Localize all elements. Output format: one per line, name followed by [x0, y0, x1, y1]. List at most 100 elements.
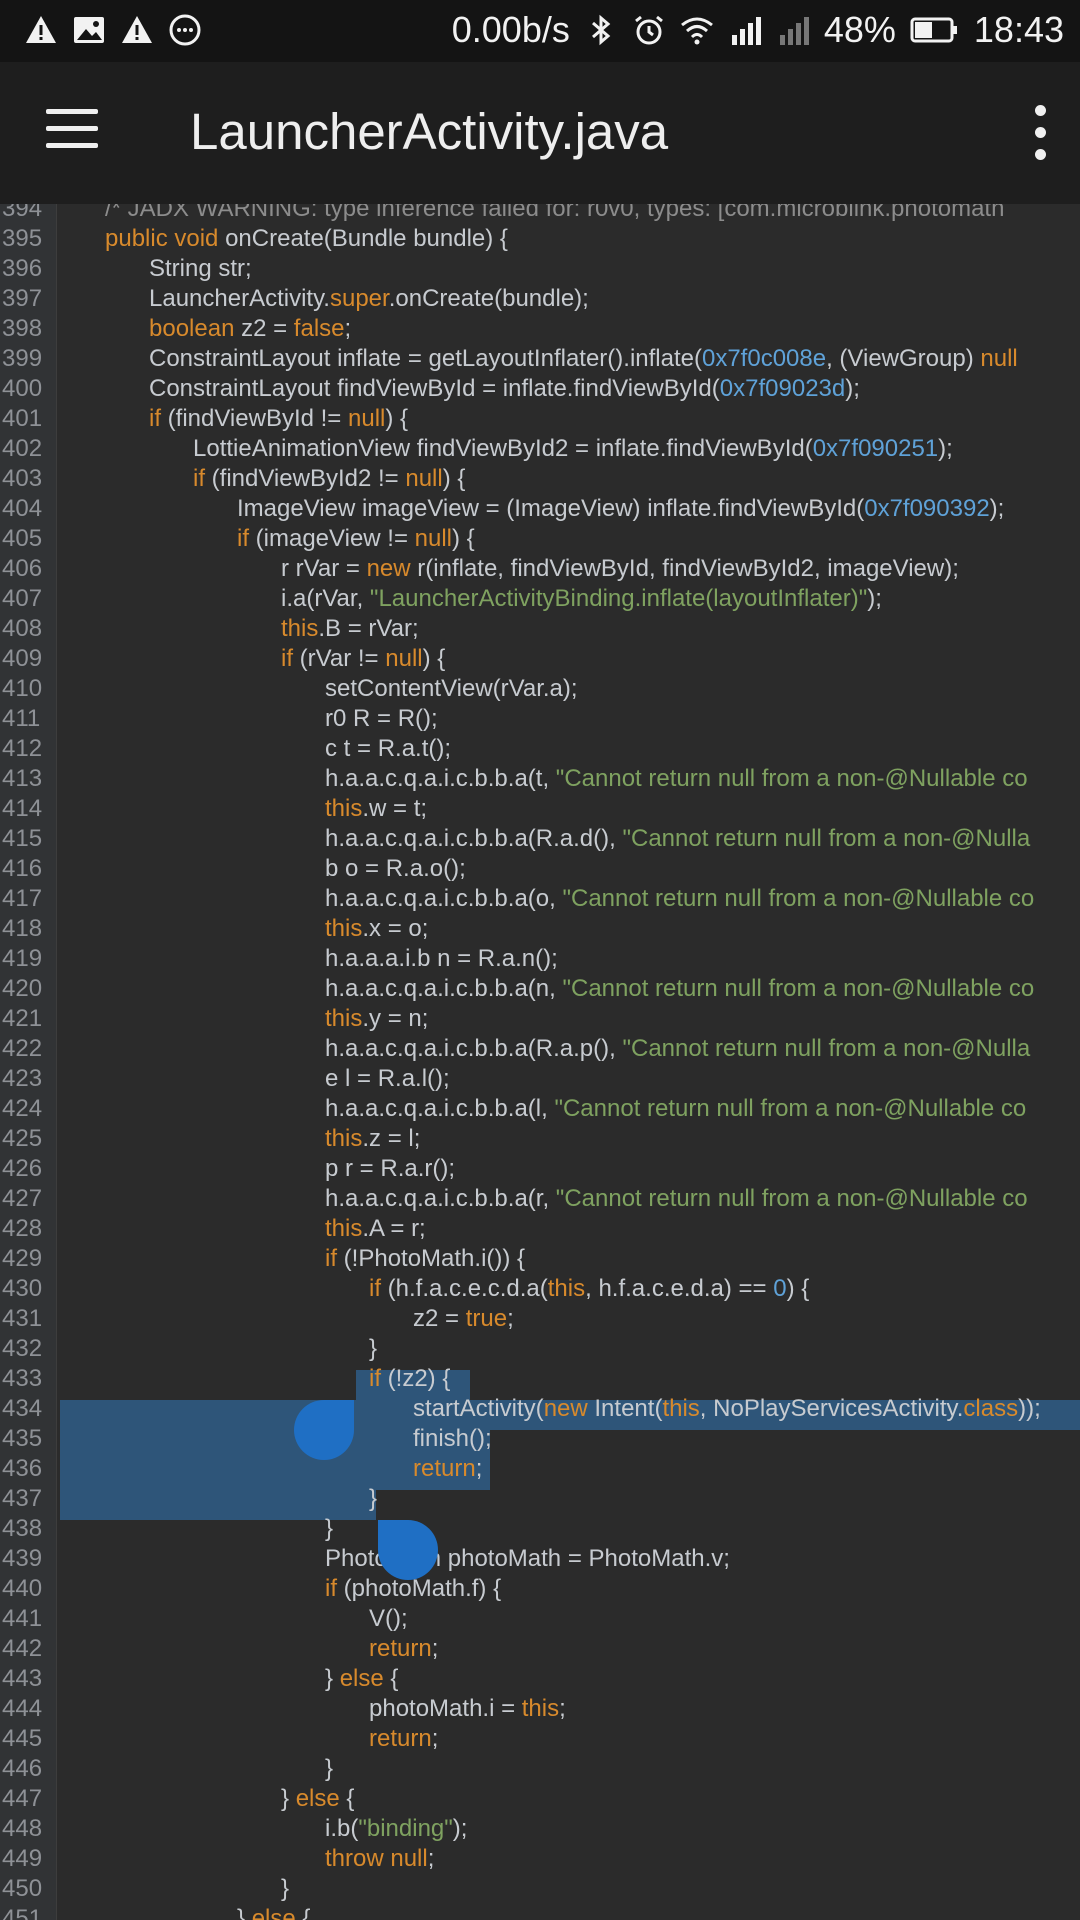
token-kw: this: [325, 1005, 363, 1032]
code-line: 411 r0 R = R();: [0, 704, 1080, 734]
token: );: [452, 1815, 468, 1842]
token: h.a.a.c.q.a.i.c.b.b.a(n,: [325, 975, 563, 1002]
code-text: LottieAnimationView findViewById2 = infl…: [193, 434, 953, 464]
token: (photoMath.f) {: [343, 1575, 502, 1602]
code-line: 442 return;: [0, 1634, 1080, 1664]
token: ConstraintLayout inflate = getLayoutInfl…: [149, 345, 702, 372]
token-kw: return: [413, 1455, 476, 1482]
token: h.a.a.a.i.b n = R.a.n();: [325, 945, 558, 972]
code-line: 432}: [0, 1334, 1080, 1364]
token: e l = R.a.l();: [325, 1065, 450, 1092]
warning-icon: [26, 16, 56, 43]
token: );: [845, 375, 860, 402]
token: , NoPlayServicesActivity.: [699, 1395, 964, 1422]
line-number: 437: [2, 1485, 43, 1512]
line-number: 397: [2, 285, 43, 312]
token-kw: public void: [105, 225, 226, 252]
code-line: 398 boolean z2 = false;: [0, 314, 1080, 344]
token-kw: if: [193, 465, 212, 492]
token: ) {: [442, 465, 466, 492]
token: {: [390, 1665, 399, 1692]
token-num: 0x7f09023d: [719, 375, 846, 402]
token: setContentView(rVar.a);: [325, 675, 578, 702]
code-text: LauncherActivity.super.onCreate(bundle);: [149, 284, 589, 314]
token-str: "Cannot return null from a non-@Nulla: [622, 825, 1031, 852]
token: ) {: [385, 405, 409, 432]
code-line: 436 return;: [0, 1454, 1080, 1484]
token: r(inflate, findViewById, findViewById2, …: [417, 555, 959, 582]
code-line: 433 if (!z2) {: [0, 1364, 1080, 1394]
code-text: }: [281, 1874, 289, 1904]
code-viewer[interactable]: 394 /* JADX WARNING: type inference faile…: [0, 204, 1080, 1920]
line-number: 417: [2, 885, 43, 912]
alarm-icon: [634, 15, 663, 45]
token-kw: null: [405, 465, 443, 492]
token: h.a.a.c.q.a.i.c.b.b.a(r,: [325, 1185, 556, 1212]
code-line: 449 throw null;: [0, 1844, 1080, 1874]
more-vert-icon[interactable]: [1030, 105, 1050, 161]
clock: 18:43: [973, 9, 1064, 50]
status-right: 0.00b/s 48% 18:43: [452, 8, 1064, 52]
line-number: 448: [2, 1815, 43, 1842]
code-text: r0 R = R();: [325, 704, 438, 734]
token-kw: this: [521, 1695, 560, 1722]
line-number: 404: [2, 495, 43, 522]
token-kw: super: [329, 285, 389, 312]
code-line: 444 photoMath.i = this;: [0, 1694, 1080, 1724]
code-text: startActivity(new Intent(this, NoPlaySer…: [413, 1394, 1041, 1424]
hamburger-icon[interactable]: [46, 109, 98, 149]
code-line: 447} else {: [0, 1784, 1080, 1814]
code-line: 416 b o = R.a.o();: [0, 854, 1080, 884]
token: z2 =: [241, 315, 294, 342]
code-text: }: [369, 1334, 377, 1364]
token: );: [867, 585, 882, 612]
token: V();: [369, 1605, 408, 1632]
code-text: if (!z2) {: [369, 1364, 450, 1394]
code-line: 426 p r = R.a.r();: [0, 1154, 1080, 1184]
code-text: public void onCreate(Bundle bundle) {: [105, 224, 508, 254]
line-number: 406: [2, 555, 43, 582]
line-number: 396: [2, 255, 43, 282]
code-line: 408 this.B = rVar;: [0, 614, 1080, 644]
token: LottieAnimationView findViewById2 = infl…: [193, 435, 813, 462]
code-text: /* JADX WARNING: type inference failed f…: [105, 204, 1004, 224]
page-title: LauncherActivity.java: [190, 103, 669, 160]
line-number: 451: [2, 1905, 43, 1920]
selection-start-handle[interactable]: [294, 1400, 354, 1460]
line-number: 410: [2, 675, 43, 702]
line-number: 444: [2, 1695, 43, 1722]
line-number: 402: [2, 435, 43, 462]
code-text: V();: [369, 1604, 408, 1634]
code-text: setContentView(rVar.a);: [325, 674, 578, 704]
line-number: 424: [2, 1095, 43, 1122]
code-text: b o = R.a.o();: [325, 854, 466, 884]
token: photoMath.i =: [369, 1695, 522, 1722]
token: .y = n;: [362, 1005, 429, 1032]
token: onCreate(Bundle bundle) {: [225, 225, 508, 252]
token: c t = R.a.t();: [325, 735, 452, 762]
code-line: 394 /* JADX WARNING: type inference faile…: [0, 204, 1080, 224]
line-number: 447: [2, 1785, 43, 1812]
token-num: 0x7f0c008e: [701, 345, 827, 372]
code-line: 397 LauncherActivity.super.onCreate(bundl…: [0, 284, 1080, 314]
code-text: this.A = r;: [325, 1214, 426, 1244]
token-str: "LauncherActivityBinding.inflate(layoutI…: [369, 585, 868, 612]
token-kw: else: [295, 1785, 347, 1812]
token: (imageView !=: [255, 525, 415, 552]
token: .A = r;: [362, 1215, 426, 1242]
token: .w = t;: [362, 795, 428, 822]
token: (!z2) {: [387, 1365, 451, 1392]
selection-end-handle[interactable]: [378, 1520, 438, 1580]
line-number: 426: [2, 1155, 43, 1182]
code-line: 430 if (h.f.a.c.e.c.d.a(this, h.f.a.c.e.d…: [0, 1274, 1080, 1304]
code-line: 421 this.y = n;: [0, 1004, 1080, 1034]
code-text: if (!PhotoMath.i()) {: [325, 1244, 525, 1274]
token: i.b(: [325, 1815, 359, 1842]
token-kw: else: [339, 1665, 391, 1692]
code-text: this.x = o;: [325, 914, 428, 944]
token: p r = R.a.r();: [325, 1155, 456, 1182]
line-number: 422: [2, 1035, 43, 1062]
code-line: 420 h.a.a.c.q.a.i.c.b.b.a(n, "Cannot retu…: [0, 974, 1080, 1004]
token-num: 0: [773, 1275, 787, 1302]
code-text: }: [369, 1484, 377, 1514]
